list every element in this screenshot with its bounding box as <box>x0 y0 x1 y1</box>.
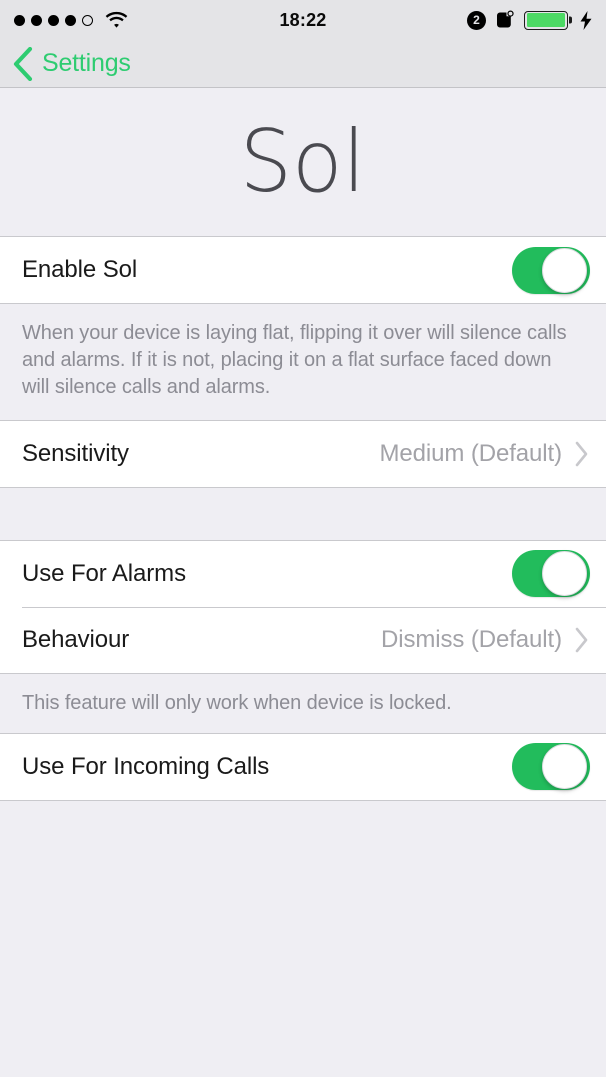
row-accessory: Dismiss (Default) <box>381 626 590 654</box>
row-value: Dismiss (Default) <box>381 625 562 653</box>
back-button[interactable]: Settings <box>12 46 131 81</box>
alarm-badge-icon: 2 <box>467 10 486 30</box>
page-title: Sol <box>240 112 366 212</box>
row-label: Behaviour <box>22 625 130 653</box>
toggle-knob <box>542 744 587 790</box>
row-label: Sensitivity <box>22 439 129 467</box>
row-label: Enable Sol <box>22 256 138 283</box>
toggle-use-for-alarms[interactable] <box>512 550 590 598</box>
signal-dot-filled <box>65 14 76 26</box>
toggle-enable-sol[interactable] <box>512 246 590 294</box>
row-accessory <box>512 550 590 598</box>
toggle-use-for-incoming-calls[interactable] <box>512 743 590 791</box>
signal-dot-filled <box>14 14 25 26</box>
section-gap <box>0 487 606 540</box>
wifi-icon <box>105 11 128 28</box>
row-accessory <box>512 743 590 791</box>
section-sensitivity: Sensitivity Medium (Default) <box>0 419 606 488</box>
settings-screen: 18:22 2 Settings Sol Enable Sol When you… <box>0 0 606 1077</box>
signal-strength-dots <box>14 14 93 26</box>
bolt-icon <box>580 10 592 30</box>
navigation-bar: Settings <box>0 40 606 88</box>
chevron-right-icon <box>575 627 588 652</box>
signal-dot-filled <box>31 14 42 26</box>
section-enable: Enable Sol <box>0 236 606 304</box>
status-bar-right: 2 <box>467 10 592 30</box>
row-sensitivity[interactable]: Sensitivity Medium (Default) <box>0 420 606 487</box>
row-value: Medium (Default) <box>379 439 563 467</box>
row-enable-sol[interactable]: Enable Sol <box>0 237 606 303</box>
page-title-area: Sol <box>0 88 606 236</box>
row-label: Use For Alarms <box>22 559 186 587</box>
back-button-label: Settings <box>42 49 131 77</box>
section-alarms: Use For Alarms Behaviour Dismiss (Defaul… <box>0 539 606 674</box>
row-accessory <box>512 246 590 294</box>
section-incoming-calls: Use For Incoming Calls <box>0 732 606 801</box>
chevron-left-icon <box>13 46 33 81</box>
chevron-right-icon <box>575 441 588 466</box>
battery-level-fill <box>526 13 566 27</box>
toggle-knob <box>542 551 587 597</box>
row-accessory: Medium (Default) <box>380 440 590 468</box>
battery-icon <box>524 10 568 30</box>
status-bar: 18:22 2 <box>0 0 606 40</box>
signal-dot-empty <box>82 14 93 26</box>
footer-note-enable: When your device is laying flat, flippin… <box>0 304 606 420</box>
status-bar-left <box>14 11 128 29</box>
row-use-for-incoming-calls[interactable]: Use For Incoming Calls <box>0 733 606 800</box>
toggle-knob <box>542 247 587 293</box>
row-label: Use For Incoming Calls <box>22 752 270 780</box>
footer-note-alarms: This feature will only work when device … <box>0 673 606 733</box>
row-use-for-alarms[interactable]: Use For Alarms <box>0 540 606 607</box>
signal-dot-filled <box>48 14 59 26</box>
rotation-lock-icon <box>497 10 514 28</box>
row-behaviour[interactable]: Behaviour Dismiss (Default) <box>0 606 606 673</box>
